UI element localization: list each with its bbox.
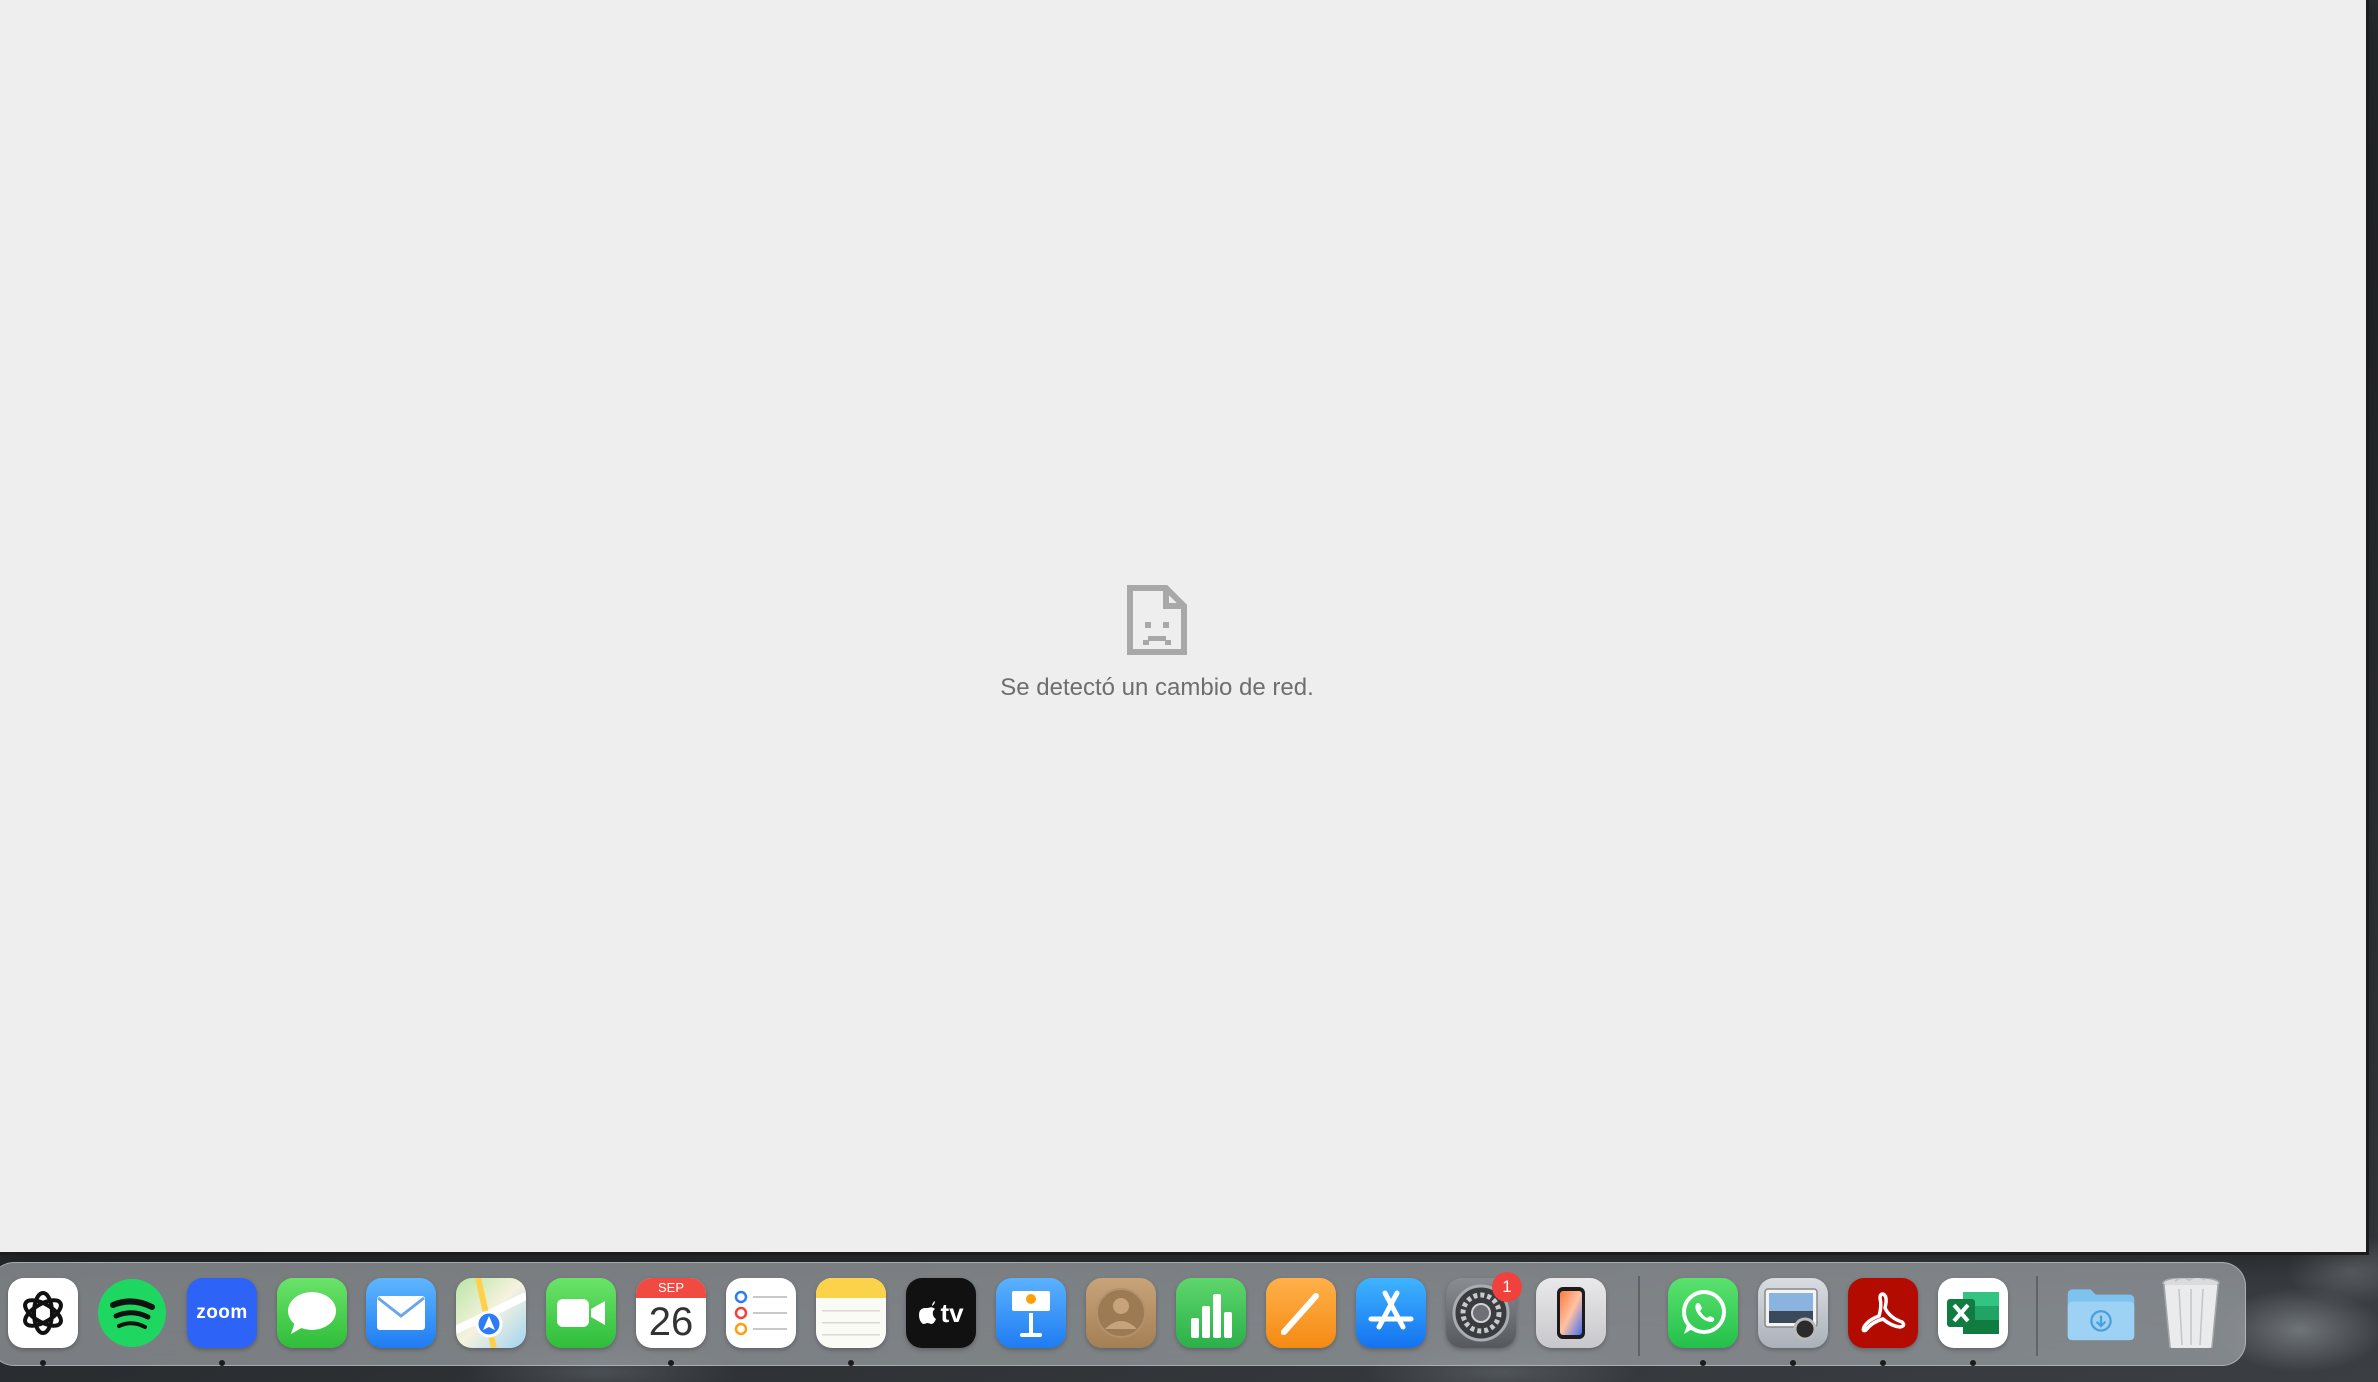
calendar-month: SEP <box>636 1278 706 1298</box>
network-error-panel: Se detectó un cambio de red. <box>1000 584 1350 702</box>
zoom-icon[interactable]: zoom <box>187 1278 257 1348</box>
appletv-icon[interactable]: tv <box>906 1278 976 1348</box>
facetime-icon[interactable] <box>546 1278 616 1348</box>
appstore-icon[interactable] <box>1356 1278 1426 1348</box>
running-indicator <box>1970 1360 1976 1366</box>
acrobat-icon[interactable] <box>1848 1278 1918 1348</box>
browser-window: Se detectó un cambio de red. <box>0 0 2369 1255</box>
pages-icon[interactable] <box>1266 1278 1336 1348</box>
running-indicator <box>1790 1360 1796 1366</box>
messages-icon[interactable] <box>277 1278 347 1348</box>
contacts-icon[interactable] <box>1086 1278 1156 1348</box>
downloads-folder-icon[interactable] <box>2066 1278 2136 1348</box>
notes-icon[interactable] <box>816 1278 886 1348</box>
excel-icon[interactable] <box>1938 1278 2008 1348</box>
maps-icon[interactable] <box>456 1278 526 1348</box>
numbers-icon[interactable] <box>1176 1278 1246 1348</box>
error-message: Se detectó un cambio de red. <box>1000 674 1314 701</box>
whatsapp-icon[interactable] <box>1668 1278 1738 1348</box>
preview-icon[interactable] <box>1758 1278 1828 1348</box>
running-indicator <box>1880 1360 1886 1366</box>
broken-document-icon <box>1127 585 1187 655</box>
apple-logo-icon <box>919 1301 937 1324</box>
chatgpt-icon[interactable] <box>8 1278 78 1348</box>
notification-badge: 1 <box>1492 1272 1522 1302</box>
keynote-icon[interactable] <box>996 1278 1066 1348</box>
spotify-icon[interactable] <box>97 1278 167 1348</box>
running-indicator <box>219 1360 225 1366</box>
trash-icon[interactable] <box>2156 1278 2226 1348</box>
reminders-icon[interactable] <box>726 1278 796 1348</box>
dock-separator <box>1638 1276 1640 1356</box>
running-indicator <box>668 1360 674 1366</box>
iphone-mirroring-icon[interactable] <box>1536 1278 1606 1348</box>
running-indicator <box>40 1360 46 1366</box>
zoom-label: zoom <box>196 1302 248 1323</box>
mail-icon[interactable] <box>366 1278 436 1348</box>
running-indicator <box>1700 1360 1706 1366</box>
appletv-label: tv <box>940 1297 964 1328</box>
dock-separator <box>2036 1276 2038 1356</box>
calendar-icon[interactable]: SEP 26 <box>636 1278 706 1348</box>
calendar-day: 26 <box>648 1300 694 1344</box>
running-indicator <box>848 1360 854 1366</box>
